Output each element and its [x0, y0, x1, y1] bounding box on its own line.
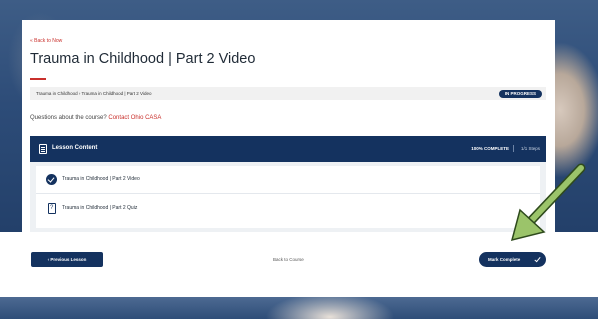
quiz-icon: [48, 203, 56, 214]
back-link[interactable]: « Back to Now: [30, 38, 62, 44]
mark-complete-label: Mark Complete: [488, 257, 521, 262]
list-item[interactable]: Trauma in Childhood | Part 2 Quiz: [36, 195, 540, 223]
list-item-label: Trauma in Childhood | Part 2 Video: [62, 176, 140, 182]
lesson-content-header[interactable]: Lesson Content 100% COMPLETE 1/1 Steps: [30, 136, 546, 162]
questions-text: Questions about the course? Contact Ohio…: [30, 115, 161, 121]
lesson-card: « Back to Now Trauma in Childhood | Part…: [22, 20, 555, 232]
previous-lesson-button[interactable]: ‹ Previous Lesson: [31, 252, 103, 267]
lesson-list: Trauma in Childhood | Part 2 Video Traum…: [36, 166, 540, 228]
page-title: Trauma in Childhood | Part 2 Video: [30, 51, 256, 67]
check-circle-icon: [46, 174, 57, 185]
lesson-content-title: Lesson Content: [52, 145, 98, 151]
header-divider: [513, 145, 514, 152]
breadcrumb[interactable]: Trauma in Childhood › Trauma in Childhoo…: [36, 91, 151, 96]
document-icon: [39, 144, 47, 154]
mark-complete-button[interactable]: Mark Complete: [479, 252, 546, 267]
questions-label: Questions about the course?: [30, 115, 109, 121]
list-item[interactable]: Trauma in Childhood | Part 2 Video: [36, 166, 540, 194]
background-photo-bottom: [0, 297, 598, 319]
lesson-content-panel: Lesson Content 100% COMPLETE 1/1 Steps T…: [30, 136, 546, 232]
steps-count: 1/1 Steps: [520, 146, 540, 151]
back-to-course-link[interactable]: Back to Course: [273, 257, 304, 262]
list-item-label: Trauma in Childhood | Part 2 Quiz: [62, 205, 138, 211]
check-icon: [534, 255, 541, 263]
status-badge: IN PROGRESS: [498, 89, 542, 98]
completion-status: 100% COMPLETE: [471, 146, 509, 151]
breadcrumb-bar: Trauma in Childhood › Trauma in Childhoo…: [30, 87, 546, 100]
contact-link[interactable]: Contact Ohio CASA: [108, 115, 161, 121]
title-underline: [30, 78, 46, 80]
annotation-arrow-icon: [510, 163, 586, 242]
